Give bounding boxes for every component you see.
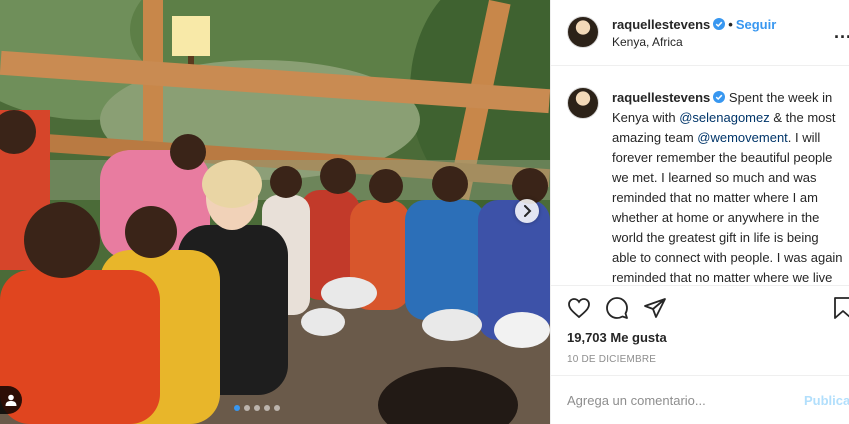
mention-link[interactable]: @wemovement xyxy=(697,130,788,145)
caption-text-part: . I will forever remember the beautiful … xyxy=(612,130,843,285)
post-location[interactable]: Kenya, Africa xyxy=(612,35,683,49)
more-options-button[interactable]: ... xyxy=(834,22,849,43)
carousel-dot xyxy=(254,405,260,411)
post-photo[interactable] xyxy=(0,0,550,424)
carousel-dot xyxy=(244,405,250,411)
chevron-right-icon xyxy=(524,205,532,217)
post-actions: 19,703 Me gusta 10 de diciembre xyxy=(551,285,849,375)
post-date[interactable]: 10 de diciembre xyxy=(567,354,656,365)
caption-username[interactable]: raquellestevens xyxy=(612,90,710,105)
avatar[interactable] xyxy=(567,16,599,48)
verified-badge-icon xyxy=(713,91,726,103)
header-user-line: raquellestevens • Seguir xyxy=(612,17,776,32)
verified-badge-icon xyxy=(713,18,726,30)
avatar[interactable] xyxy=(567,87,599,119)
comment-input[interactable] xyxy=(567,390,787,410)
publish-button[interactable]: Publicar xyxy=(804,393,849,408)
heart-icon[interactable] xyxy=(567,296,591,320)
photo-illustration xyxy=(0,0,550,424)
carousel-next-button[interactable] xyxy=(515,199,539,223)
carousel-dot xyxy=(234,405,240,411)
carousel-dot xyxy=(274,405,280,411)
separator-dot: • xyxy=(728,17,733,32)
author-username[interactable]: raquellestevens xyxy=(612,17,710,32)
comment-bubble-icon[interactable] xyxy=(605,296,629,320)
carousel-indicator xyxy=(234,405,280,411)
follow-button[interactable]: Seguir xyxy=(736,17,776,32)
likes-count[interactable]: 19,703 Me gusta xyxy=(567,330,667,345)
mention-link[interactable]: @selenagomez xyxy=(679,110,770,125)
post-side-panel: raquellestevens •Seguir Kenya, Africa ...… xyxy=(550,0,849,424)
bookmark-icon[interactable] xyxy=(833,296,849,320)
user-tag-icon xyxy=(5,394,17,406)
comment-bar: Publicar xyxy=(551,375,849,424)
post-header: raquellestevens •Seguir Kenya, Africa ... xyxy=(551,0,849,66)
paper-plane-icon[interactable] xyxy=(643,296,667,320)
caption-text: raquellestevens Spent the week in Kenya … xyxy=(612,88,844,285)
caption-area: raquellestevens Spent the week in Kenya … xyxy=(551,67,849,285)
carousel-dot xyxy=(264,405,270,411)
